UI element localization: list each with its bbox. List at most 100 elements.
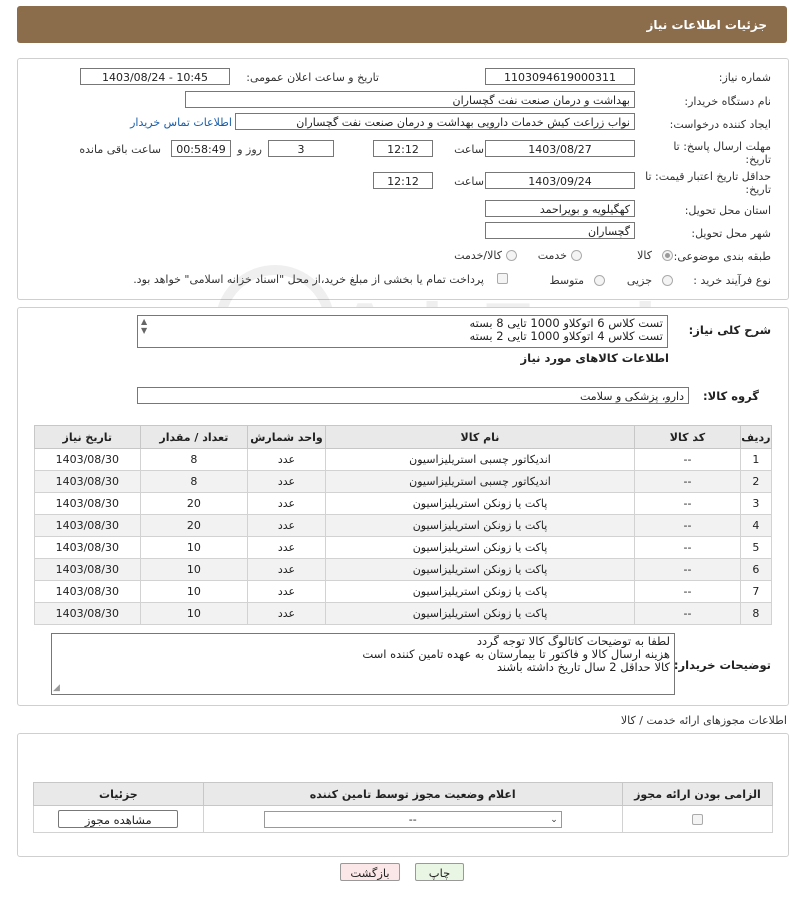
quantity-cell: 20	[139, 492, 249, 515]
validity-date-field: 1403/09/24	[485, 172, 635, 189]
col-name-header: نام کالا	[324, 425, 636, 449]
category-service-radio[interactable]	[571, 250, 582, 261]
quantity-cell: 20	[139, 514, 249, 537]
unit-cell: عدد	[247, 514, 326, 537]
row-number-cell: 6	[739, 558, 773, 581]
view-permit-button[interactable]: مشاهده مجوز	[58, 810, 179, 828]
back-button[interactable]: بازگشت	[340, 863, 400, 881]
permit-row: -- ⌄ مشاهده مجوز	[33, 805, 774, 833]
category-goods-service-text: کالا/خدمت	[454, 249, 502, 262]
page-title: جزئیات اطلاعات نیاز	[646, 18, 767, 32]
creator-field: نواب زراعت کیش خدمات دارویی بهداشت و درم…	[235, 113, 635, 130]
goods-table: ردیف کد کالا نام کالا واحد شمارش تعداد /…	[34, 425, 773, 625]
row-number-cell: 4	[739, 514, 773, 537]
item-name-cell: پاکت یا زونکن استریلیزاسیون	[324, 492, 636, 515]
permit-required-cell	[621, 805, 774, 833]
print-button[interactable]: چاپ	[415, 863, 464, 881]
deadline-time-field: 12:12	[373, 140, 433, 157]
time-remaining-label: ساعت باقی مانده	[79, 143, 161, 156]
goods-table-body: 1 -- اندیکاتور چسبی استریلیزاسیون عدد 8 1403/…	[34, 448, 773, 625]
deadline-time-label: ساعت	[454, 143, 484, 156]
table-row: 4 -- پاکت یا زونکن استریلیزاسیون عدد 20 1403/…	[34, 514, 773, 537]
process-medium-radio[interactable]	[594, 275, 605, 286]
quantity-cell: 10	[139, 602, 249, 625]
city-field: گچساران	[485, 222, 635, 239]
process-minor-radio[interactable]	[662, 275, 673, 286]
need-date-cell: 1403/08/30	[34, 470, 141, 493]
buyer-note-line-3: کالا حداقل 2 سال تاریخ داشته باشند	[496, 660, 670, 674]
permit-status-header: اعلام وضعیت مجوز توسط تامین کننده	[202, 782, 623, 806]
buyer-notes-label: توضیحات خریدار:	[673, 658, 771, 672]
item-code-cell: --	[634, 558, 741, 581]
treasury-payment-checkbox[interactable]	[497, 273, 508, 284]
need-date-cell: 1403/08/30	[34, 492, 141, 515]
category-goods-text: کالا	[637, 249, 652, 262]
city-label: شهر محل تحویل:	[691, 227, 771, 240]
table-row: 6 -- پاکت یا زونکن استریلیزاسیون عدد 10 1403/…	[34, 558, 773, 581]
announce-date-field: 1403/08/24 - 10:45	[80, 68, 230, 85]
buyer-contact-link[interactable]: اطلاعات تماس خریدار	[130, 116, 232, 129]
unit-cell: عدد	[247, 580, 326, 603]
item-name-cell: پاکت یا زونکن استریلیزاسیون	[324, 580, 636, 603]
item-code-cell: --	[634, 492, 741, 515]
buyer-field: بهداشت و درمان صنعت نفت گچساران	[185, 91, 635, 108]
buyer-notes-textarea[interactable]: لطفا به توضیحات کاتالوگ کالا توجه گردد ه…	[51, 633, 675, 695]
category-goods-service-radio[interactable]	[506, 250, 517, 261]
deadline-date-field: 1403/08/27	[485, 140, 635, 157]
quantity-cell: 10	[139, 558, 249, 581]
validity-label: حداقل تاریخ اعتبار قیمت: تا تاریخ:	[645, 170, 771, 196]
need-date-cell: 1403/08/30	[34, 448, 141, 471]
row-number-cell: 1	[739, 448, 773, 471]
process-label: نوع فرآیند خرید :	[693, 274, 771, 287]
process-minor-text: جزیی	[626, 274, 652, 287]
treasury-payment-note: پرداخت تمام یا بخشی از مبلغ خرید،از محل …	[133, 273, 484, 286]
summary-label: شرح کلی نیاز:	[688, 323, 771, 337]
need-date-cell: 1403/08/30	[34, 558, 141, 581]
table-row: 8 -- پاکت یا زونکن استریلیزاسیون عدد 10 1403/…	[34, 602, 773, 625]
col-date-header: تاریخ نیاز	[34, 425, 141, 449]
resize-grip-icon[interactable]: ◢	[53, 683, 60, 693]
goods-table-header: ردیف کد کالا نام کالا واحد شمارش تعداد /…	[34, 425, 773, 449]
item-name-cell: پاکت یا زونکن استریلیزاسیون	[324, 602, 636, 625]
category-service-text: خدمت	[537, 249, 567, 262]
need-date-cell: 1403/08/30	[34, 536, 141, 559]
row-number-cell: 7	[739, 580, 773, 603]
item-name-cell: پاکت یا زونکن استریلیزاسیون	[324, 558, 636, 581]
unit-cell: عدد	[247, 448, 326, 471]
permits-section-title: اطلاعات مجوزهای ارائه خدمت / کالا	[620, 714, 787, 727]
category-goods-radio[interactable]	[662, 250, 673, 261]
province-field: کهگیلویه و بویراحمد	[485, 200, 635, 217]
permit-status-value: --	[408, 812, 417, 826]
item-code-cell: --	[634, 580, 741, 603]
time-remaining-field: 00:58:49	[171, 140, 231, 157]
permit-required-checkbox	[691, 814, 703, 825]
item-code-cell: --	[634, 514, 741, 537]
col-qty-header: تعداد / مقدار	[139, 425, 249, 449]
days-remaining-field: 3	[268, 140, 334, 157]
item-name-cell: پاکت یا زونکن استریلیزاسیون	[324, 514, 636, 537]
need-date-cell: 1403/08/30	[34, 580, 141, 603]
goods-group-field: دارو، پزشکی و سلامت	[137, 387, 689, 404]
validity-time-label: ساعت	[454, 175, 484, 188]
permit-status-select[interactable]: -- ⌄	[263, 810, 562, 828]
unit-cell: عدد	[247, 558, 326, 581]
summary-textarea[interactable]: تست کلاس 6 اتوکلاو 1000 تایی 8 بسته تست …	[137, 315, 668, 348]
category-label: طبقه بندی موضوعی:	[673, 250, 771, 263]
item-name-cell: پاکت یا زونکن استریلیزاسیون	[324, 536, 636, 559]
validity-time-field: 12:12	[373, 172, 433, 189]
scroll-arrows-icon[interactable]: ▲ ▼	[141, 317, 147, 335]
need-date-cell: 1403/08/30	[34, 602, 141, 625]
table-row: 3 -- پاکت یا زونکن استریلیزاسیون عدد 20 1403/…	[34, 492, 773, 515]
item-code-cell: --	[634, 536, 741, 559]
quantity-cell: 10	[139, 536, 249, 559]
item-code-cell: --	[634, 470, 741, 493]
permits-table: الزامی بودن ارائه مجوز اعلام وضعیت مجوز …	[33, 782, 774, 833]
item-code-cell: --	[634, 602, 741, 625]
table-row: 1 -- اندیکاتور چسبی استریلیزاسیون عدد 8 1403/…	[34, 448, 773, 471]
creator-label: ایجاد کننده درخواست:	[669, 118, 771, 131]
announce-date-label: تاریخ و ساعت اعلان عمومی:	[246, 71, 379, 84]
permit-required-header: الزامی بودن ارائه مجوز	[621, 782, 774, 806]
goods-info-title: اطلاعات کالاهای مورد نیاز	[520, 351, 669, 365]
deadline-label: مهلت ارسال پاسخ: تا تاریخ:	[673, 140, 771, 166]
unit-cell: عدد	[247, 470, 326, 493]
